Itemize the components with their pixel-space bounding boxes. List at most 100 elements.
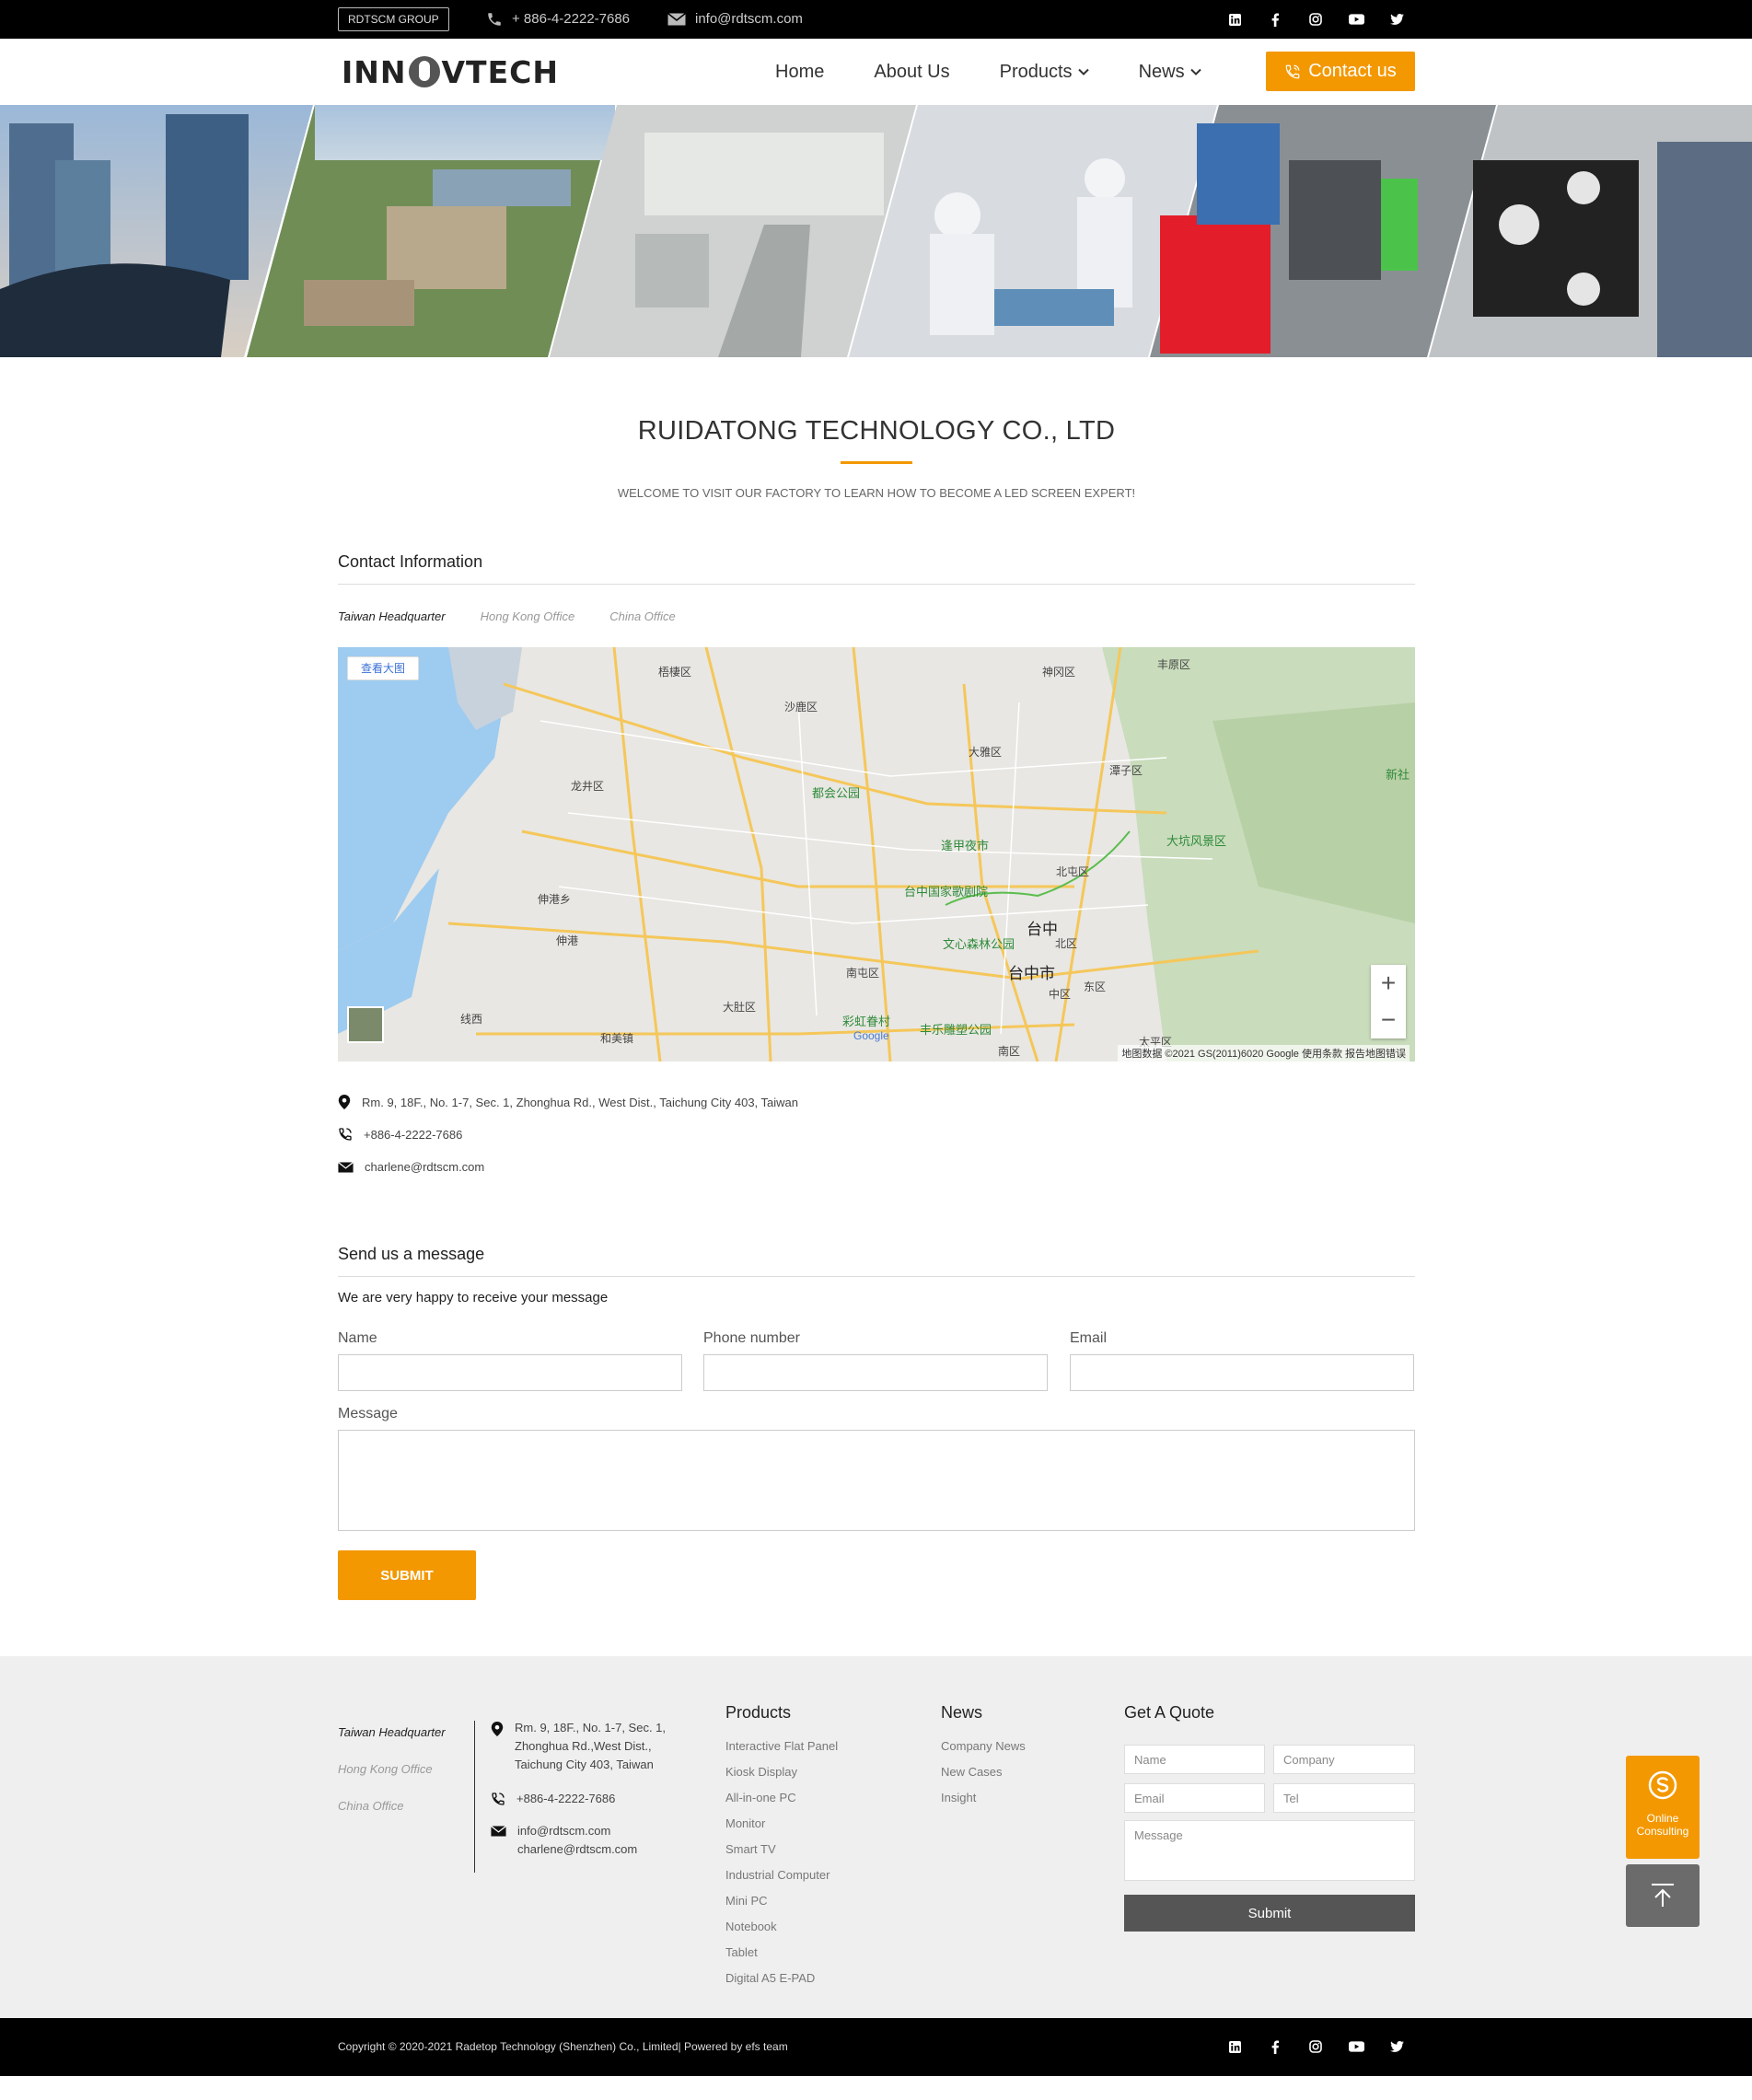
google-logo: Google: [853, 1029, 889, 1042]
footer-quote-title: Get A Quote: [1124, 1703, 1215, 1722]
tab-hong-kong-office[interactable]: Hong Kong Office: [481, 609, 575, 623]
main-navbar: INN VTECH Home About Us Products News Co…: [0, 39, 1752, 105]
quote-tel-input[interactable]: Tel: [1273, 1783, 1415, 1813]
footer-address-line: Rm. 9, 18F., No. 1-7, Sec. 1,: [515, 1721, 667, 1735]
footer-news-link[interactable]: Insight: [941, 1791, 976, 1804]
contact-us-button[interactable]: Contact us: [1266, 52, 1415, 91]
email-input[interactable]: [1070, 1354, 1414, 1391]
map-label: 神冈区: [1042, 666, 1076, 679]
footer-product-link[interactable]: Industrial Computer: [725, 1868, 830, 1882]
nav-news[interactable]: News: [1139, 62, 1201, 83]
quote-email-input[interactable]: Email: [1124, 1783, 1265, 1813]
phone-input[interactable]: [703, 1354, 1048, 1391]
logo-text-right: VTECH: [441, 53, 559, 90]
contact-us-label: Contact us: [1308, 61, 1397, 81]
footer-product-link[interactable]: Monitor: [725, 1816, 765, 1830]
nav-home[interactable]: Home: [775, 62, 824, 83]
footer-phone-text: +886-4-2222-7686: [516, 1792, 616, 1805]
nav-products[interactable]: Products: [1000, 62, 1089, 83]
zoom-out-button[interactable]: −: [1371, 1002, 1406, 1038]
copyright: Copyright © 2020-2021 Radetop Technology…: [338, 2040, 788, 2053]
footer-product-link[interactable]: Notebook: [725, 1920, 777, 1933]
footer: Taiwan Headquarter Hong Kong Office Chin…: [0, 1656, 1752, 2018]
satellite-toggle[interactable]: [347, 1006, 384, 1043]
topbar-phone-text: + 886-4-2222-7686: [512, 11, 631, 27]
map-credit: 地图数据 ©2021 GS(2011)6020 Google 使用条款 报告地图…: [1118, 1045, 1410, 1062]
map-label: 沙鹿区: [784, 701, 818, 714]
footer-tab-hong-kong[interactable]: Hong Kong Office: [338, 1762, 446, 1776]
tab-taiwan-headquarter[interactable]: Taiwan Headquarter: [338, 609, 446, 623]
footer-emails: info@rdtscm.com charlene@rdtscm.com: [491, 1822, 637, 1859]
youtube-icon[interactable]: [1347, 2038, 1365, 2055]
twitter-icon[interactable]: [1387, 2038, 1406, 2055]
map-label: 伸港: [556, 934, 579, 947]
quote-submit-button[interactable]: Submit: [1124, 1895, 1415, 1932]
instagram-icon[interactable]: [1306, 11, 1325, 28]
contact-info-heading: Contact Information: [338, 552, 1415, 585]
map-label: 都会公园: [812, 786, 861, 800]
form-intro: We are very happy to receive your messag…: [338, 1290, 609, 1305]
facebook-icon[interactable]: [1266, 11, 1284, 28]
footer-product-link[interactable]: All-in-one PC: [725, 1791, 796, 1804]
footer-news-link[interactable]: Company News: [941, 1739, 1026, 1753]
topbar-email-text: info@rdtscm.com: [695, 11, 803, 27]
linkedin-icon[interactable]: [1225, 2038, 1244, 2055]
footer-office-tabs: Taiwan Headquarter Hong Kong Office Chin…: [338, 1725, 446, 1836]
footer-product-link[interactable]: Interactive Flat Panel: [725, 1739, 838, 1753]
mail-icon: [338, 1161, 354, 1173]
group-badge[interactable]: RDTSCM GROUP: [338, 7, 449, 31]
location-map[interactable]: 查看大图 梧棲区 沙鹿区 神冈区 丰原区 大雅区 潭子区 新社 龙井区 都会公园…: [338, 647, 1415, 1062]
view-large-map-button[interactable]: 查看大图: [347, 656, 420, 680]
map-label: 大肚区: [723, 1001, 757, 1014]
quote-name-input[interactable]: Name: [1124, 1745, 1265, 1774]
footer-tab-china[interactable]: China Office: [338, 1799, 446, 1813]
topbar-email[interactable]: info@rdtscm.com: [667, 0, 803, 39]
page-header: RUIDATONG TECHNOLOGY CO., LTD WELCOME TO…: [338, 416, 1415, 500]
linkedin-icon[interactable]: [1225, 11, 1244, 28]
main-menu: Home About Us Products News: [775, 39, 1251, 105]
map-label: 丰乐雕塑公园: [920, 1023, 992, 1037]
map-label: 彩虹眷村: [842, 1015, 891, 1028]
name-input[interactable]: [338, 1354, 682, 1391]
topbar-phone[interactable]: + 886-4-2222-7686: [486, 0, 630, 39]
footer-address-line: Taichung City 403, Taiwan: [515, 1758, 654, 1771]
twitter-icon[interactable]: [1387, 11, 1406, 28]
footer-product-link[interactable]: Smart TV: [725, 1842, 776, 1856]
footer-phone: +886-4-2222-7686: [491, 1790, 615, 1808]
map-label: 伸港乡: [538, 893, 572, 906]
footer-product-link[interactable]: Tablet: [725, 1945, 758, 1959]
map-label: 大坑风景区: [1166, 834, 1227, 848]
footer-email[interactable]: charlene@rdtscm.com: [517, 1840, 637, 1859]
instagram-icon[interactable]: [1306, 2038, 1325, 2055]
footer-product-link[interactable]: Mini PC: [725, 1894, 768, 1908]
mail-icon: [491, 1826, 506, 1837]
quote-message-input[interactable]: Message: [1124, 1820, 1415, 1881]
map-label: 台中: [1027, 921, 1058, 938]
map-label: 北区: [1055, 937, 1078, 950]
footer-product-link[interactable]: Digital A5 E-PAD: [725, 1971, 815, 1985]
zoom-in-button[interactable]: +: [1371, 965, 1406, 1002]
nav-about[interactable]: About Us: [874, 62, 949, 83]
map-label: 北屯区: [1056, 865, 1090, 878]
footer-product-link[interactable]: Kiosk Display: [725, 1765, 797, 1779]
footer-tab-taiwan[interactable]: Taiwan Headquarter: [338, 1725, 446, 1739]
back-to-top-button[interactable]: [1626, 1864, 1700, 1927]
footer-news-link[interactable]: New Cases: [941, 1765, 1002, 1779]
submit-button[interactable]: SUBMIT: [338, 1550, 476, 1600]
tab-china-office[interactable]: China Office: [609, 609, 676, 623]
footer-email-list: info@rdtscm.com charlene@rdtscm.com: [517, 1822, 637, 1859]
quote-company-input[interactable]: Company: [1273, 1745, 1415, 1774]
map-label: 东区: [1084, 980, 1107, 993]
footer-divider: [474, 1721, 475, 1873]
company-logo[interactable]: INN VTECH: [342, 52, 559, 92]
facebook-icon[interactable]: [1266, 2038, 1284, 2055]
bottom-bar: Copyright © 2020-2021 Radetop Technology…: [0, 2018, 1752, 2076]
phone-label: Phone number: [703, 1330, 800, 1346]
phone-icon: [339, 1128, 352, 1141]
online-consulting-button[interactable]: Online Consulting: [1626, 1756, 1700, 1859]
message-textarea[interactable]: [338, 1430, 1415, 1531]
footer-email[interactable]: info@rdtscm.com: [517, 1822, 637, 1840]
footer-address: Rm. 9, 18F., No. 1-7, Sec. 1, Zhonghua R…: [491, 1719, 666, 1774]
name-label: Name: [338, 1330, 377, 1346]
youtube-icon[interactable]: [1347, 11, 1365, 28]
